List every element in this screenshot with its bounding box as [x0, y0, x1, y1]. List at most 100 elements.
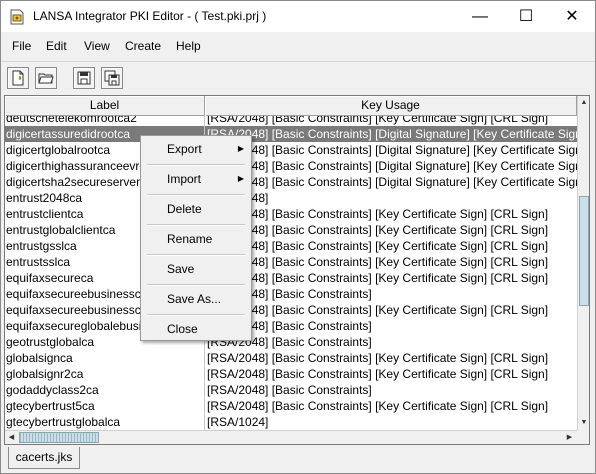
close-button[interactable]: ✕ — [549, 1, 595, 32]
submenu-arrow-icon: ▶ — [237, 174, 244, 183]
context-menu-import[interactable]: Import ▶ — [142, 168, 250, 190]
table-row[interactable]: digicertsha2secureserverca [RSA/2048] [Ba… — [5, 174, 577, 190]
table-row[interactable]: entrustglobalclientca [RSA/2048] [Basic C… — [5, 222, 577, 238]
cell-key-usage: [RSA/2048] [Basic Constraints] [Digital … — [205, 126, 577, 142]
cell-key-usage: [RSA/2048] [Basic Constraints] [Key Cert… — [207, 367, 549, 381]
table-row[interactable]: equifaxsecureca [RSA/2048] [Basic Constra… — [5, 270, 577, 286]
table-row[interactable]: equifaxsecureglobalebusinessca1 [RSA/2048… — [5, 318, 577, 334]
scrollbar-corner — [577, 430, 589, 444]
table-row[interactable]: geotrustglobalca [RSA/2048] [Basic Constr… — [5, 334, 577, 350]
cell-key-usage: [RSA/2048] [Basic Constraints] — [207, 319, 372, 333]
table-row[interactable]: entrust2048ca[RSA/2048] — [5, 190, 577, 206]
scroll-down-icon[interactable]: ▼ — [578, 416, 589, 429]
column-header-label[interactable]: Label — [5, 96, 205, 116]
menu-bar: File Edit View Create Help — [1, 32, 595, 61]
menu-separator — [147, 164, 245, 166]
cell-key-usage: [RSA/2048] [Basic Constraints] [Key Cert… — [207, 399, 549, 413]
table-row[interactable]: equifaxsecureebusinessca1 [RSA/2048] [Bas… — [5, 286, 577, 302]
cell-label: gtecybertrust5ca — [5, 398, 205, 414]
context-menu-export-label: Export — [167, 142, 202, 156]
new-project-button[interactable] — [7, 67, 29, 89]
context-menu-import-label: Import — [167, 172, 202, 186]
context-menu-close[interactable]: Close — [142, 318, 250, 340]
table-row[interactable]: equifaxsecureebusinessca2 [RSA/2048] [Bas… — [5, 302, 577, 318]
table-row[interactable]: gtecybertrust5ca [RSA/2048] [Basic Constr… — [5, 398, 577, 414]
save-all-button[interactable] — [101, 67, 123, 89]
table-row[interactable]: entrustsslca [RSA/2048] [Basic Constraint… — [5, 254, 577, 270]
file-tab-bar: cacerts.jks — [4, 447, 590, 471]
tab-cacerts[interactable]: cacerts.jks — [8, 447, 80, 469]
save-button[interactable] — [73, 67, 95, 89]
cell-label: godaddyclass2ca — [5, 382, 205, 398]
vertical-scrollbar[interactable]: ▲ ▼ — [577, 96, 589, 430]
open-folder-button[interactable] — [35, 67, 57, 89]
table-row[interactable]: gtecybertrustglobalca [RSA/1024] — [5, 414, 577, 430]
cell-key-usage: [RSA/2048] [Basic Constraints] [Digital … — [207, 175, 577, 189]
cell-key-usage: [RSA/2048] [Basic Constraints] — [207, 287, 372, 301]
menu-create[interactable]: Create — [125, 39, 161, 53]
table-header: Label Key Usage — [5, 96, 577, 116]
context-menu-rename[interactable]: Rename — [142, 228, 250, 250]
cell-key-usage: [RSA/2048] [Basic Constraints] [Key Cert… — [207, 223, 549, 237]
cell-key-usage: [RSA/2048] [Basic Constraints] [Key Cert… — [207, 255, 549, 269]
scroll-right-icon[interactable]: ▶ — [563, 431, 576, 444]
menu-separator — [147, 284, 245, 286]
app-icon — [10, 9, 24, 25]
vertical-scroll-thumb[interactable] — [579, 196, 589, 306]
table-row[interactable]: entrustgsslca [RSA/2048] [Basic Constrain… — [5, 238, 577, 254]
menu-help[interactable]: Help — [176, 39, 201, 53]
horizontal-scroll-thumb[interactable] — [19, 432, 99, 443]
context-menu-save[interactable]: Save — [142, 258, 250, 280]
cell-key-usage: [RSA/2048] [Basic Constraints] [Key Cert… — [207, 239, 549, 253]
cell-key-usage: [RSA/2048] [Basic Constraints] [Key Cert… — [207, 351, 549, 365]
scroll-left-icon[interactable]: ◀ — [5, 431, 18, 444]
app-window: LANSA Integrator PKI Editor - ( Test.pki… — [0, 0, 596, 474]
table-row[interactable]: globalsignr2ca [RSA/2048] [Basic Constrai… — [5, 366, 577, 382]
save-all-icon — [104, 70, 120, 86]
minimize-button[interactable]: — — [457, 1, 503, 32]
table-row[interactable]: entrustclientca [RSA/2048] [Basic Constra… — [5, 206, 577, 222]
context-menu: Export ▶ Import ▶ Delete Rename Save Sav… — [140, 135, 252, 341]
cell-key-usage: [RSA/2048] [Basic Constraints] [Key Cert… — [207, 271, 549, 285]
context-menu-export[interactable]: Export ▶ — [142, 138, 250, 160]
cell-label: globalsignr2ca — [5, 366, 205, 382]
open-folder-icon — [38, 73, 54, 84]
menu-separator — [147, 254, 245, 256]
context-menu-save-as[interactable]: Save As... — [142, 288, 250, 310]
maximize-button[interactable]: ☐ — [503, 1, 549, 32]
scroll-up-icon[interactable]: ▲ — [578, 96, 589, 109]
cell-label: globalsignca — [5, 350, 205, 366]
cell-key-usage: [RSA/2048] [Basic Constraints] [Key Cert… — [207, 303, 549, 317]
cell-key-usage: [RSA/2048] [Basic Constraints] [Key Cert… — [207, 116, 549, 125]
title-bar[interactable]: LANSA Integrator PKI Editor - ( Test.pki… — [1, 1, 595, 32]
table-row[interactable]: globalsignca [RSA/2048] [Basic Constraint… — [5, 350, 577, 366]
table-row[interactable]: digicerthighassuranceevrootca [RSA/2048] … — [5, 158, 577, 174]
table-row[interactable]: deutschetelekomrootca2 [RSA/2048] [Basic … — [5, 116, 577, 126]
table-row[interactable]: godaddyclass2ca [RSA/2048] [Basic Constra… — [5, 382, 577, 398]
table-body: deutschetelekomrootca2 [RSA/2048] [Basic … — [5, 116, 577, 430]
cell-key-usage: [RSA/2048] [Basic Constraints] — [207, 335, 372, 349]
save-icon — [77, 71, 91, 85]
menu-edit[interactable]: Edit — [46, 39, 67, 53]
toolbar — [1, 61, 595, 93]
cell-key-usage: [RSA/2048] — [205, 190, 577, 206]
column-header-key-usage[interactable]: Key Usage — [205, 96, 577, 116]
menu-file[interactable]: File — [12, 39, 31, 53]
table-row[interactable]: digicertglobalrootca [RSA/2048] [Basic Co… — [5, 142, 577, 158]
cell-key-usage: [RSA/2048] [Basic Constraints] — [207, 383, 372, 397]
table-row[interactable]: digicertassuredidrootca [RSA/2048] [Basic… — [5, 126, 577, 142]
cell-key-usage: [RSA/2048] [Basic Constraints] [Digital … — [207, 159, 577, 173]
menu-separator — [147, 314, 245, 316]
context-menu-delete[interactable]: Delete — [142, 198, 250, 220]
window-title: LANSA Integrator PKI Editor - ( Test.pki… — [33, 9, 267, 23]
menu-view[interactable]: View — [84, 39, 110, 53]
cell-key-usage: [RSA/1024] — [207, 415, 269, 429]
submenu-arrow-icon: ▶ — [237, 144, 244, 153]
menu-separator — [147, 224, 245, 226]
horizontal-scrollbar[interactable]: ◀ ▶ — [5, 430, 577, 444]
certificate-table[interactable]: Label Key Usage deutschetelekomrootca2 [R… — [4, 95, 590, 445]
new-project-icon — [12, 70, 24, 86]
cell-key-usage: [RSA/2048] [Basic Constraints] [Digital … — [207, 143, 577, 157]
cell-key-usage: [RSA/2048] [Basic Constraints] [Key Cert… — [207, 207, 549, 221]
cell-label: deutschetelekomrootca2 — [5, 116, 205, 126]
